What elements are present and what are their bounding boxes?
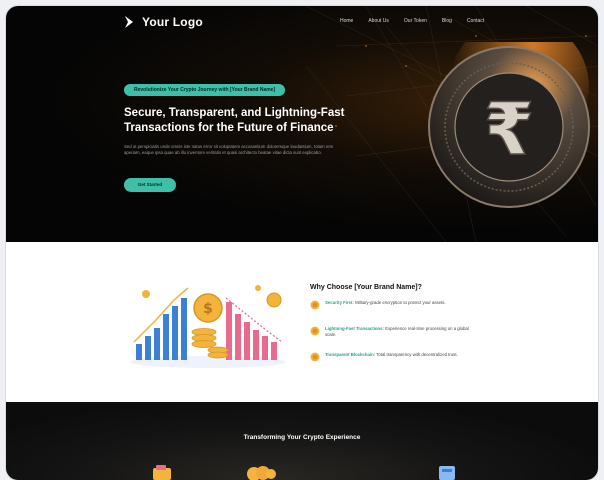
nav-blog[interactable]: Blog: [442, 18, 452, 24]
nav-contact[interactable]: Contact: [467, 18, 484, 24]
feature-text: Military-grade encryption to protect you…: [353, 300, 446, 305]
hero-badge: Revolutionize Your Crypto Journey with […: [124, 84, 286, 96]
transforming-title: Transforming Your Crypto Experience: [243, 434, 361, 441]
bitcoin-coin-icon: [310, 352, 320, 362]
main-nav: Home About Us Our Token Blog Contact: [340, 18, 484, 24]
hero-headline: Secure, Transparent, and Lightning-Fast …: [124, 106, 374, 136]
hero-section: Your Logo Home About Us Our Token Blog C…: [6, 6, 598, 242]
rupee-coin-image: ₹: [428, 42, 590, 208]
bitcoin-coin-icon: [310, 300, 320, 310]
feature-title: Lightning-Fast Transactions:: [325, 326, 384, 331]
logo-mark-icon: [125, 16, 133, 28]
why-choose-title: Why Choose [Your Brand Name]?: [310, 284, 422, 291]
nav-home[interactable]: Home: [340, 18, 353, 24]
hero-headline-line-2: Transactions for the Future of Finance: [124, 122, 334, 134]
coins-icon: [247, 466, 276, 480]
nav-about-us[interactable]: About Us: [368, 18, 389, 24]
feature-item-security: Security First: Military-grade encryptio…: [310, 300, 470, 310]
feature-text: Total transparency with decentralized tr…: [375, 352, 458, 357]
crypto-growth-illustration: $: [130, 285, 286, 368]
get-started-button[interactable]: Get Started: [124, 178, 176, 192]
brand-logo[interactable]: Your Logo: [124, 15, 203, 29]
nav-our-token[interactable]: Our Token: [404, 18, 427, 24]
why-choose-section: $ Why Choose [Your Brand Name]? Security…: [6, 242, 598, 402]
transforming-section: Transforming Your Crypto Experience: [6, 402, 598, 480]
feature-title: Security First:: [325, 300, 354, 305]
coin-symbol: ₹: [484, 87, 534, 171]
feature-item-lightning: Lightning-Fast Transactions: Experience …: [310, 326, 470, 338]
wallet-icon: [153, 465, 171, 480]
bitcoin-coin-icon: [310, 326, 320, 336]
logo-text: Your Logo: [142, 15, 203, 29]
hero-description: Sed ut perspiciatis unde omnis iste natu…: [124, 144, 334, 156]
exchange-device-icon: [439, 466, 455, 480]
hero-headline-line-1: Secure, Transparent, and Lightning-Fast: [124, 107, 345, 119]
feature-title: Transparent Blockchain:: [325, 352, 376, 357]
svg-text:$: $: [203, 301, 213, 317]
feature-item-blockchain: Transparent Blockchain: Total transparen…: [310, 352, 470, 362]
page-frame: Your Logo Home About Us Our Token Blog C…: [6, 6, 598, 480]
